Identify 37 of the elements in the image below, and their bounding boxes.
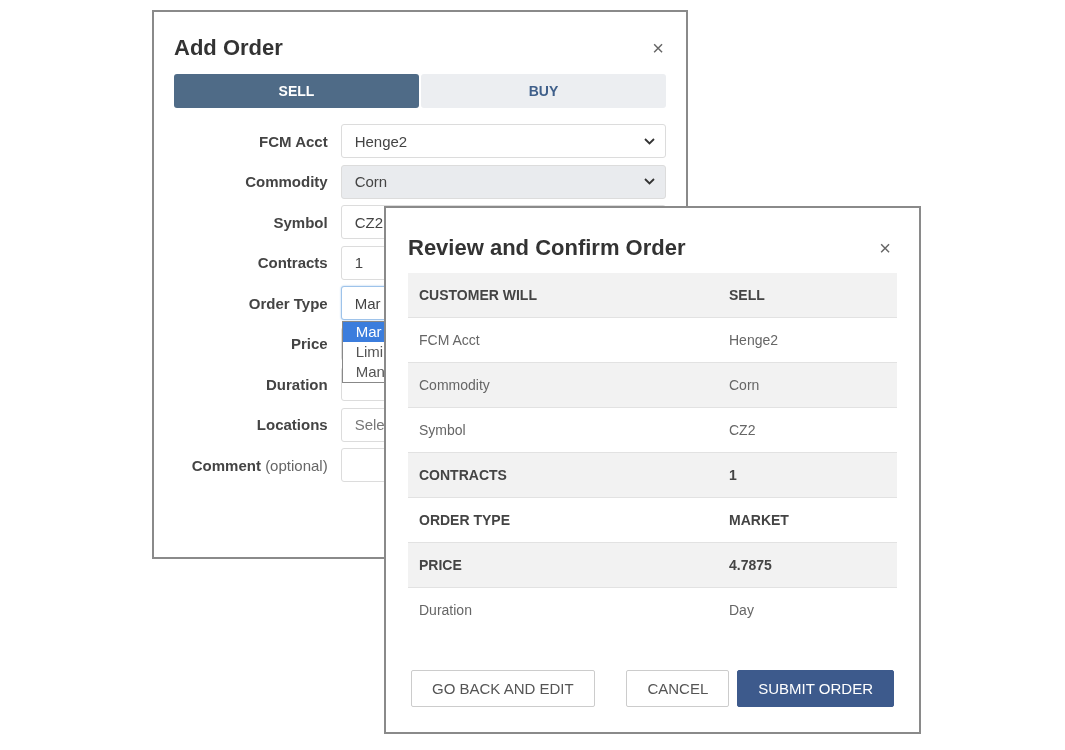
field-label: Comment (optional)	[190, 456, 328, 474]
table-cell-text: CONTRACTS	[418, 467, 508, 483]
table-cell-text: Commodity	[418, 377, 491, 393]
table-cell: MARKET	[729, 512, 789, 528]
chevron-down-icon	[644, 137, 655, 145]
action-button[interactable]: CANCEL	[626, 670, 730, 707]
field-label: Contracts	[256, 254, 328, 272]
table-cell: Day	[729, 602, 754, 618]
table-cell: SELL	[729, 287, 765, 303]
field-label: Order Type	[247, 294, 328, 312]
table-cell-text: PRICE	[418, 557, 463, 573]
dialog-title: Review and Confirm Order	[408, 235, 686, 261]
table-cell-text: Symbol	[418, 422, 467, 438]
table-cell: Corn	[729, 377, 760, 393]
select-field[interactable]: Henge2	[340, 124, 666, 159]
table-cell-text: FCM Acct	[418, 332, 481, 348]
field-label: FCM Acct	[258, 132, 328, 150]
action-button[interactable]: GO BACK AND EDIT	[411, 670, 595, 707]
field-label: Commodity	[244, 173, 328, 191]
table-cell-text: CUSTOMER WILL	[418, 287, 538, 303]
close-button[interactable]: ×	[650, 36, 666, 60]
chevron-down-icon	[644, 178, 655, 186]
table-cell-text: Duration	[418, 602, 473, 618]
close-button[interactable]: ×	[877, 236, 893, 260]
field-label: Symbol	[272, 213, 328, 231]
side-tab[interactable]: SELL	[174, 74, 419, 108]
table-cell: Henge2	[729, 332, 779, 348]
table-cell: 1	[729, 467, 737, 483]
field-label: Locations	[255, 416, 328, 434]
table-cell: 4.7875	[729, 557, 772, 573]
submit-button[interactable]: SUBMIT ORDER	[737, 670, 894, 707]
field-label: Price	[289, 335, 328, 353]
field-label: Duration	[265, 375, 328, 393]
table-cell: CZ2	[729, 422, 756, 438]
table-cell-text: ORDER TYPE	[418, 512, 511, 528]
dialog-title: Add Order	[174, 35, 283, 61]
side-tab[interactable]: BUY	[421, 74, 666, 108]
